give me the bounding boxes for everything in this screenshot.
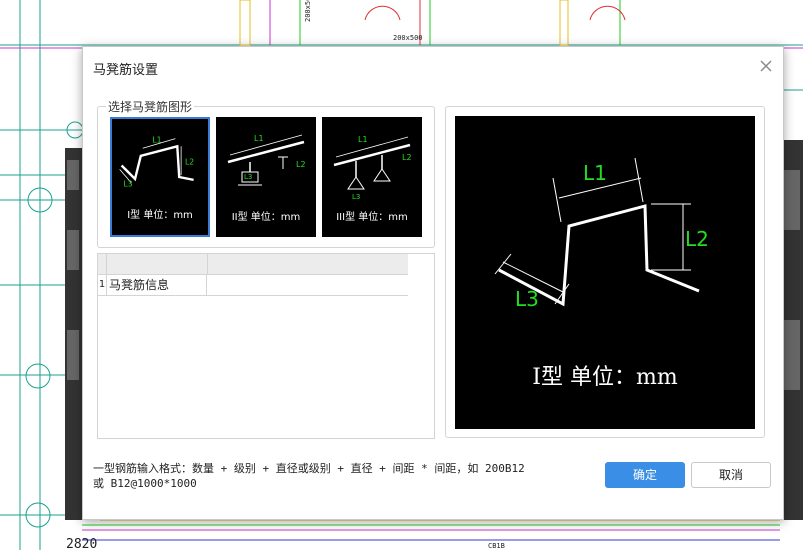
l3-label: L3 bbox=[244, 173, 252, 181]
shape-option-type-2[interactable]: L1 L2 L3 II型 单位：mm bbox=[216, 117, 316, 237]
cancel-button[interactable]: 取消 bbox=[691, 462, 771, 488]
table-header bbox=[98, 254, 408, 275]
l3-label: L3 bbox=[124, 180, 133, 189]
cad-text-label: CB1B bbox=[488, 542, 505, 550]
l3-label: L3 bbox=[352, 193, 360, 201]
table-header-cell bbox=[107, 254, 208, 274]
cad-text-label: 200x500 bbox=[393, 34, 423, 42]
cad-text-label: 200x500 bbox=[304, 0, 312, 22]
hint-line-2: 或 B12@1000*1000 bbox=[93, 477, 197, 490]
preview-caption: I型 单位：mm bbox=[532, 365, 678, 390]
preview-l2-label: L2 bbox=[685, 227, 709, 251]
hint-line-1: 一型钢筋输入格式：数量 + 级别 + 直径或级别 + 直径 + 间距 * 间距，… bbox=[93, 462, 525, 475]
table-row[interactable]: 1 马凳筋信息 bbox=[98, 275, 408, 296]
stool-rebar-settings-dialog: 马凳筋设置 选择马凳筋图形 L1 L2 L3 I型 单位：mm L1 L2 L3… bbox=[82, 46, 784, 520]
shape-caption: I型 单位：mm bbox=[127, 210, 193, 221]
preview-l1-label: L1 bbox=[583, 161, 607, 185]
row-value-cell[interactable] bbox=[208, 275, 408, 295]
shape-preview-panel: L1 L2 L3 I型 单位：mm bbox=[445, 106, 765, 438]
shape-preview-canvas: L1 L2 L3 I型 单位：mm bbox=[455, 116, 755, 429]
shape-selection-group: 选择马凳筋图形 L1 L2 L3 I型 单位：mm L1 L2 L3 II型 单… bbox=[97, 98, 435, 248]
dialog-title: 马凳筋设置 bbox=[93, 63, 159, 78]
row-number: 1 bbox=[98, 275, 107, 295]
shape-caption: III型 单位：mm bbox=[336, 212, 408, 223]
rebar-info-table: 1 马凳筋信息 bbox=[97, 253, 435, 439]
l2-label: L2 bbox=[402, 153, 412, 162]
l2-label: L2 bbox=[296, 160, 306, 169]
l2-label: L2 bbox=[185, 158, 194, 167]
input-format-hint: 一型钢筋输入格式：数量 + 级别 + 直径或级别 + 直径 + 间距 * 间距，… bbox=[93, 461, 563, 491]
row-name: 马凳筋信息 bbox=[107, 275, 207, 295]
l1-label: L1 bbox=[254, 134, 264, 143]
shape-option-type-3[interactable]: L1 L2 L3 III型 单位：mm bbox=[322, 117, 422, 237]
shape-option-type-1[interactable]: L1 L2 L3 I型 单位：mm bbox=[110, 117, 210, 237]
ok-button[interactable]: 确定 bbox=[605, 462, 685, 488]
table-header-cell bbox=[98, 254, 107, 274]
close-icon[interactable] bbox=[757, 57, 775, 75]
shape-caption: II型 单位：mm bbox=[231, 212, 301, 223]
cad-text-label: 2820 bbox=[66, 537, 97, 550]
preview-l3-label: L3 bbox=[515, 287, 539, 311]
group-label: 选择马凳筋图形 bbox=[106, 98, 195, 115]
l1-label: L1 bbox=[152, 135, 161, 144]
l1-label: L1 bbox=[358, 135, 368, 144]
